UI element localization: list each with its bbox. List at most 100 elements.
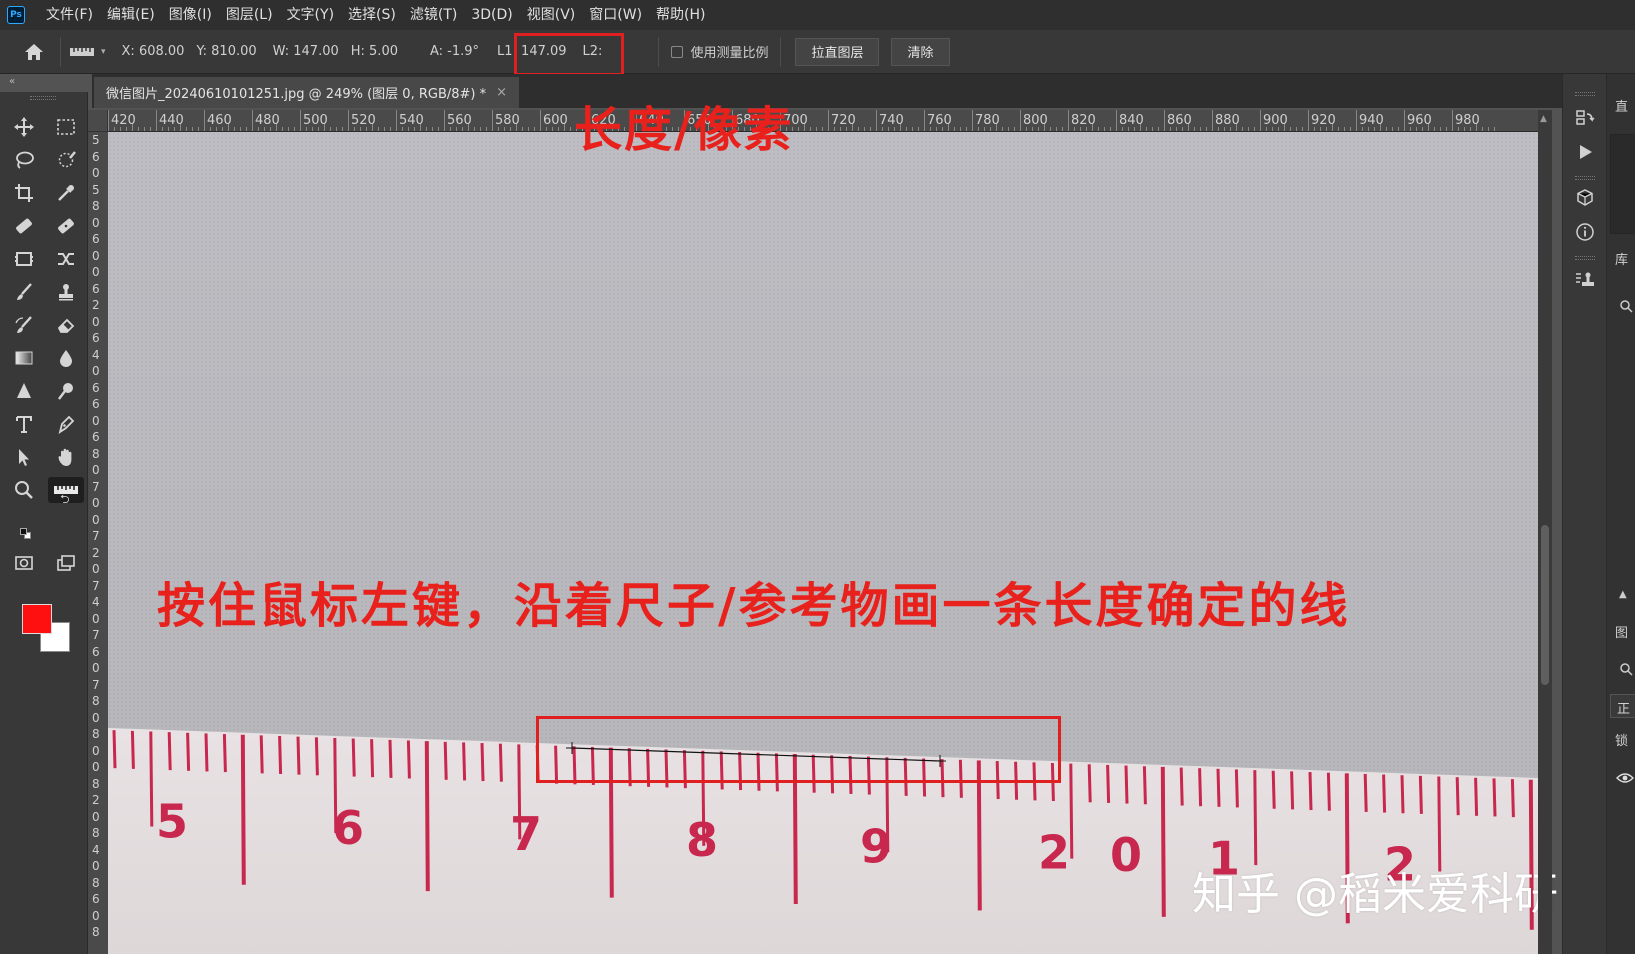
clear-button[interactable]: 清除 [891, 37, 950, 66]
ruler-minor-tick [378, 127, 379, 131]
filter-search-icon[interactable] [1619, 662, 1633, 676]
ruler-major-tick [300, 110, 301, 131]
menu-image[interactable]: 图像(I) [162, 0, 219, 30]
scroll-up-icon[interactable]: ▲ [1540, 114, 1547, 124]
tape-tick [259, 735, 264, 774]
ruler-major-tick [972, 110, 973, 131]
type-tool-icon[interactable] [10, 411, 38, 437]
blend-mode-select[interactable]: 正 [1610, 694, 1635, 718]
ruler-major-tick [492, 110, 493, 131]
tape-tick [1106, 764, 1111, 803]
collapse-toolbar-icon[interactable]: « [9, 76, 15, 87]
history-brush-icon[interactable] [10, 312, 38, 338]
chevron-up-icon[interactable]: ▲ [1619, 589, 1627, 600]
play-actions-icon[interactable] [1573, 140, 1597, 164]
content-aware-move-icon[interactable] [10, 246, 38, 272]
blend-mode-label: 正 [1617, 702, 1631, 717]
info-panel-icon[interactable] [1573, 220, 1597, 244]
sharpen-tool-icon[interactable] [10, 378, 38, 404]
panel-label-3[interactable]: 图 [1615, 622, 1628, 641]
ruler-minor-tick [918, 127, 919, 131]
brush-tool-icon[interactable] [10, 279, 38, 305]
menu-type[interactable]: 文字(Y) [280, 0, 341, 30]
eraser-tool-icon[interactable] [52, 312, 80, 338]
pen-tool-icon[interactable] [52, 411, 80, 437]
path-selection-tool-icon[interactable] [10, 444, 38, 470]
menu-edit[interactable]: 编辑(E) [100, 0, 162, 30]
foreground-color-swatch[interactable] [22, 604, 52, 634]
panel-label-2[interactable]: 库 [1615, 249, 1628, 268]
ruler-origin[interactable] [88, 110, 108, 132]
ruler-digit: 6 [92, 281, 100, 296]
default-colors-icon[interactable] [20, 528, 32, 540]
blur-tool-icon[interactable] [52, 345, 80, 371]
menu-view[interactable]: 视图(V) [520, 0, 583, 30]
screen-mode-icon[interactable] [52, 550, 80, 576]
ruler-digit: 0 [92, 611, 100, 626]
lasso-tool-icon[interactable] [10, 147, 38, 173]
menu-help[interactable]: 帮助(H) [649, 0, 712, 30]
menu-window[interactable]: 窗口(W) [582, 0, 649, 30]
quick-selection-tool-icon[interactable] [52, 147, 80, 173]
tape-tick [1418, 775, 1423, 814]
tools-panel: ⮌ [0, 92, 88, 954]
marquee-tool-icon[interactable] [52, 114, 80, 140]
zoom-tool-icon[interactable] [10, 477, 38, 503]
tape-tick [1179, 767, 1184, 806]
canvas[interactable]: 567892012 [108, 132, 1538, 954]
dodge-tool-icon[interactable] [52, 378, 80, 404]
move-tool-icon[interactable] [10, 114, 38, 140]
search-icon[interactable] [1619, 299, 1633, 313]
history-panel-icon[interactable] [1573, 106, 1597, 130]
scrollbar-thumb[interactable] [1541, 525, 1549, 685]
shuffle-tool-icon[interactable] [52, 246, 80, 272]
ruler-digit: 8 [92, 694, 100, 708]
menu-select[interactable]: 选择(S) [341, 0, 403, 30]
ruler-label: 800 [1023, 113, 1048, 128]
quick-mask-icon[interactable] [10, 550, 38, 576]
ruler-label: 540 [399, 113, 424, 128]
tape-tick [1069, 763, 1074, 859]
ruler-minor-tick [960, 127, 961, 131]
ruler-label: 440 [159, 113, 184, 128]
hand-tool-icon[interactable] [52, 444, 80, 470]
menu-filter[interactable]: 滤镜(T) [403, 0, 464, 30]
healing-brush-tool-icon[interactable] [52, 213, 80, 239]
toolbar-grip[interactable] [30, 96, 56, 100]
ruler-digit: 7 [92, 529, 100, 543]
tape-tick [1198, 768, 1203, 807]
visibility-eye-icon[interactable] [1616, 772, 1634, 784]
tape-tick [204, 733, 209, 772]
straighten-layer-button[interactable]: 拉直图层 [795, 37, 880, 66]
ruler-digit: 0 [92, 248, 100, 263]
menu-layer[interactable]: 图层(L) [219, 0, 280, 30]
spot-healing-tool-icon[interactable] [10, 213, 38, 239]
ruler-minor-tick [1296, 127, 1297, 131]
ruler-tool-preset-icon[interactable]: ▾ [69, 45, 106, 59]
ruler-minor-tick [246, 127, 247, 131]
document-tab[interactable]: 微信图片_20240610101251.jpg @ 249% (图层 0, RG… [94, 77, 520, 108]
clone-source-icon[interactable] [1573, 268, 1597, 292]
tape-tick [1271, 770, 1276, 809]
3d-panel-icon[interactable] [1573, 186, 1597, 210]
close-icon[interactable]: × [496, 85, 507, 100]
ruler-minor-tick [282, 127, 283, 131]
gradient-tool-icon[interactable] [10, 345, 38, 371]
ruler-minor-tick [486, 127, 487, 131]
crop-tool-icon[interactable] [10, 180, 38, 206]
tape-tick [406, 740, 411, 779]
stamp-tool-icon[interactable] [52, 279, 80, 305]
menu-file[interactable]: 文件(F) [39, 0, 100, 30]
ruler-digit: 6 [92, 232, 100, 246]
vertical-scrollbar[interactable]: ▲ [1538, 110, 1552, 954]
panel-label-1[interactable]: 直 [1615, 96, 1628, 115]
use-scale-checkbox[interactable]: 使用测量比例 [671, 42, 768, 61]
ruler-digit: 6 [92, 380, 100, 395]
ruler-digit: 0 [92, 512, 100, 527]
eyedropper-tool-icon[interactable] [52, 180, 80, 206]
checkbox-box[interactable] [671, 45, 684, 58]
swap-colors-icon[interactable]: ⮌ [60, 490, 70, 511]
menu-3d[interactable]: 3D(D) [464, 0, 519, 30]
instruction-annotation: 按住鼠标左键，沿着尺子/参考物画一条长度确定的线 [157, 578, 1351, 634]
home-icon[interactable] [22, 40, 46, 64]
